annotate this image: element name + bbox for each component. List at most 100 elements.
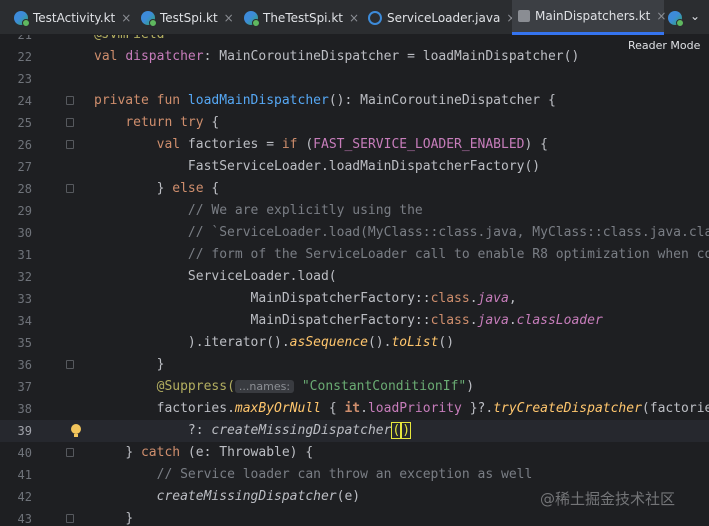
line-number: 39 (17, 424, 32, 438)
line-number: 21 (17, 35, 32, 42)
line-number: 24 (17, 94, 32, 108)
line-number: 29 (17, 204, 32, 218)
kotlin-class-icon (668, 10, 684, 27)
line-number: 32 (17, 270, 32, 284)
kotlin-class-icon (141, 10, 157, 27)
close-icon[interactable]: × (121, 11, 131, 25)
code-line: 22 val dispatcher: MainCoroutineDispatch… (0, 46, 709, 68)
code-text: val dispatcher: MainCoroutineDispatcher … (94, 49, 580, 64)
line-number: 31 (17, 248, 32, 262)
code-line: 25 return try { (0, 112, 709, 134)
kotlin-class-icon (14, 10, 30, 27)
code-text: } catch (e: Throwable) { (125, 445, 314, 460)
line-number: 22 (17, 50, 32, 64)
fold-marker-icon[interactable] (66, 360, 74, 369)
code-line: 43 } (0, 508, 709, 526)
code-text: @JvmField (94, 35, 164, 46)
code-line: 37 @Suppress(...names: "ConstantConditio… (0, 376, 709, 398)
line-number: 38 (17, 402, 32, 416)
lightbulb-icon[interactable] (71, 424, 81, 437)
tab-overflow[interactable] (668, 0, 688, 35)
code-line: 28 } else { (0, 178, 709, 200)
code-comment: // form of the ServiceLoader call to ena… (187, 247, 709, 262)
code-line: 24 private fun loadMainDispatcher(): Mai… (0, 90, 709, 112)
tab-testspi[interactable]: TestSpi.kt × (141, 0, 245, 35)
tab-serviceloader[interactable]: ServiceLoader.java × (368, 0, 516, 35)
line-number: 27 (17, 160, 32, 174)
line-number: 25 (17, 116, 32, 130)
code-text: return try { (125, 115, 220, 130)
reader-mode-button[interactable]: Reader Mode (628, 39, 700, 52)
code-line: 30 // `ServiceLoader.load(MyClass::class… (0, 222, 709, 244)
line-number: 43 (17, 512, 32, 526)
code-line: 29 // We are explicitly using the (0, 200, 709, 222)
line-number: 42 (17, 490, 32, 504)
code-text: ServiceLoader.load( (187, 269, 337, 284)
code-line: 40 } catch (e: Throwable) { (0, 442, 709, 464)
code-comment: // `ServiceLoader.load(MyClass::class.ja… (187, 225, 709, 240)
fold-marker-icon[interactable] (66, 448, 74, 457)
line-number: 30 (17, 226, 32, 240)
line-number: 34 (17, 314, 32, 328)
close-icon[interactable]: × (656, 9, 666, 23)
code-text: MainDispatcherFactory::class.java, (250, 291, 517, 306)
line-number: 23 (17, 72, 32, 86)
line-number: 37 (17, 380, 32, 394)
kotlin-file-icon (518, 10, 530, 22)
code-text: factories.maxByOrNull { it.loadPriority … (156, 401, 709, 416)
tab-label: TestActivity.kt (33, 10, 116, 25)
code-text: val factories = if (FAST_SERVICE_LOADER_… (156, 137, 548, 152)
fold-marker-icon[interactable] (66, 118, 74, 127)
code-line: 35 ).iterator().asSequence().toList() (0, 332, 709, 354)
watermark: @稀土掘金技术社区 (540, 490, 676, 508)
code-line: 32 ServiceLoader.load( (0, 266, 709, 288)
code-text: FastServiceLoader.loadMainDispatcherFact… (187, 159, 541, 174)
line-number: 41 (17, 468, 32, 482)
line-number: 35 (17, 336, 32, 350)
line-number: 26 (17, 138, 32, 152)
editor-tab-bar: TestActivity.kt × TestSpi.kt × TheTestSp… (0, 0, 709, 35)
tab-label: MainDispatchers.kt (535, 9, 651, 23)
code-text: createMissingDispatcher(e) (156, 489, 361, 504)
kotlin-class-icon (244, 10, 260, 27)
code-comment: // We are explicitly using the (187, 203, 423, 218)
code-line: 38 factories.maxByOrNull { it.loadPriori… (0, 398, 709, 420)
code-line: 23 (0, 68, 709, 90)
tab-label: ServiceLoader.java (387, 10, 501, 25)
line-number: 33 (17, 292, 32, 306)
code-line: 33 MainDispatcherFactory::class.java, (0, 288, 709, 310)
code-text: private fun loadMainDispatcher(): MainCo… (94, 93, 556, 108)
code-text: ?: createMissingDispatcher() (187, 422, 412, 439)
tab-label: TheTestSpi.kt (263, 10, 343, 25)
line-number: 36 (17, 358, 32, 372)
parameter-hint: ...names: (234, 380, 295, 393)
code-line: 36 } (0, 354, 709, 376)
fold-marker-icon[interactable] (66, 514, 74, 523)
code-editor[interactable]: 21 @JvmField 22 val dispatcher: MainCoro… (0, 35, 709, 526)
code-text: } (156, 357, 165, 372)
tab-maindispatchers[interactable]: MainDispatchers.kt × (512, 0, 666, 35)
code-line: 27 FastServiceLoader.loadMainDispatcherF… (0, 156, 709, 178)
code-text: MainDispatcherFactory::class.java.classL… (250, 313, 603, 328)
line-number: 40 (17, 446, 32, 460)
code-text: ).iterator().asSequence().toList() (187, 335, 455, 350)
close-icon[interactable]: × (349, 11, 359, 25)
tab-testactivity[interactable]: TestActivity.kt × (14, 0, 136, 35)
code-text: @Suppress(...names: "ConstantConditionIf… (156, 379, 475, 394)
java-class-icon (368, 10, 382, 25)
code-line: 31 // form of the ServiceLoader call to … (0, 244, 709, 266)
code-line: 21 @JvmField (0, 35, 709, 46)
code-comment: // Service loader can throw an exception… (156, 467, 533, 482)
code-text: } else { (156, 181, 220, 196)
code-line: 26 val factories = if (FAST_SERVICE_LOAD… (0, 134, 709, 156)
line-number: 28 (17, 182, 32, 196)
code-text: } (125, 511, 134, 526)
close-icon[interactable]: × (224, 11, 234, 25)
fold-marker-icon[interactable] (66, 140, 74, 149)
code-line: 34 MainDispatcherFactory::class.java.cla… (0, 310, 709, 332)
fold-marker-icon[interactable] (66, 96, 74, 105)
code-line: 41 // Service loader can throw an except… (0, 464, 709, 486)
tab-thetestspi[interactable]: TheTestSpi.kt × (244, 0, 364, 35)
chevron-down-icon[interactable]: ⌄ (690, 9, 700, 23)
fold-marker-icon[interactable] (66, 184, 74, 193)
